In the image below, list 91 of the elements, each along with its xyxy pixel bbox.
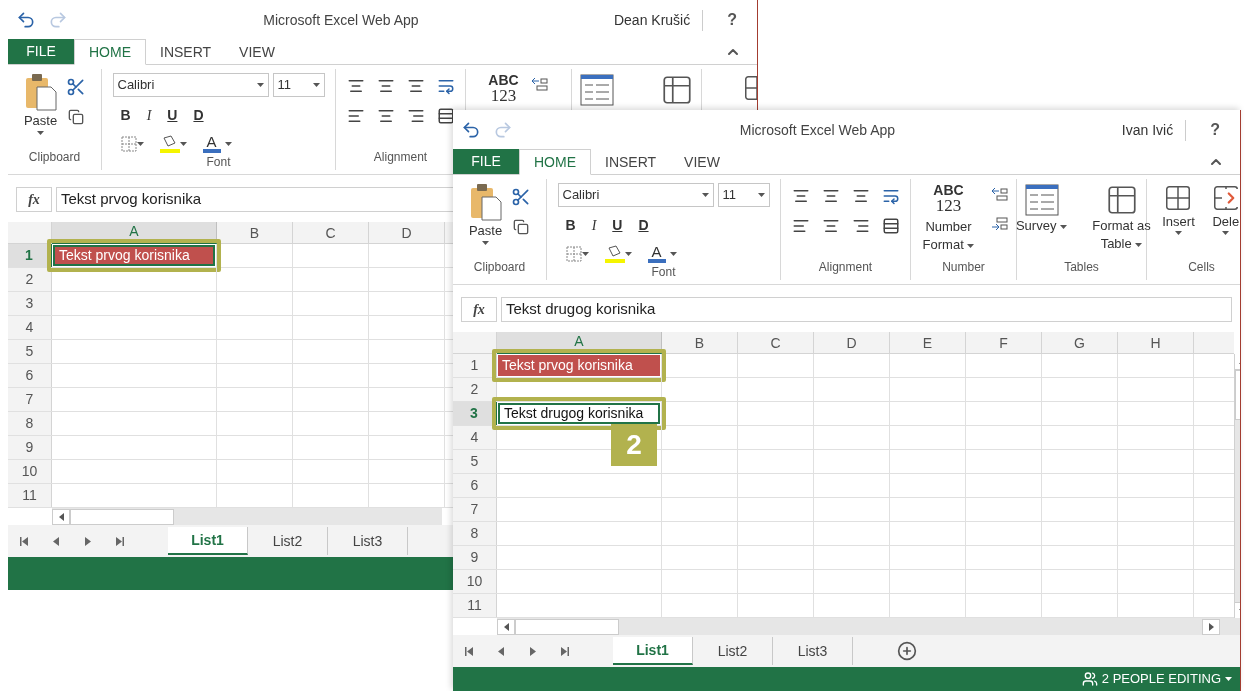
sheet-tab[interactable]: List2	[693, 637, 773, 665]
row-header[interactable]: 4	[453, 426, 497, 449]
number-format-button[interactable]: ABC 123 Number Format	[918, 183, 979, 254]
group-label: Cells	[1188, 259, 1215, 276]
number-format-button[interactable]: ABC 123	[488, 73, 519, 104]
font-style-button[interactable]: U	[167, 105, 178, 126]
sheet-tab[interactable]: List1	[613, 637, 693, 665]
sheet-tab[interactable]: List3	[773, 637, 853, 665]
row-header[interactable]: 9	[8, 436, 52, 459]
row-header[interactable]: 9	[453, 546, 497, 569]
help-button[interactable]: ?	[1198, 118, 1232, 142]
row-header[interactable]: 5	[453, 450, 497, 473]
survey-button[interactable]: Survey	[1007, 183, 1076, 253]
font-name-dropdown[interactable]: Calibri	[112, 73, 269, 97]
row-header[interactable]: 1	[453, 354, 497, 377]
window-title: Microsoft Excel Web App	[738, 120, 897, 140]
group-label: Clipboard	[28, 149, 81, 166]
column-header[interactable]: D	[369, 222, 445, 244]
ribbon-tab[interactable]: VIEW	[225, 39, 289, 65]
font-color-button[interactable]: A	[647, 244, 677, 263]
paste-button[interactable]: Paste	[468, 183, 503, 245]
font-size-dropdown[interactable]: 11	[717, 183, 770, 207]
row-header[interactable]: 11	[453, 594, 497, 617]
ribbon-tab[interactable]: HOME	[519, 149, 591, 175]
column-header[interactable]: D	[814, 332, 890, 354]
row-header[interactable]: 3	[453, 402, 497, 425]
group-label: Font	[651, 264, 676, 281]
row-header[interactable]: 3	[8, 292, 52, 315]
user-name[interactable]: Ivan Ivić	[1121, 119, 1187, 141]
ribbon-tab[interactable]: HOME	[74, 39, 146, 65]
delete-cells-button[interactable]: Dele	[1210, 183, 1240, 235]
insert-cells-button[interactable]: Insert	[1162, 183, 1195, 235]
group-label: Alignment	[373, 149, 428, 166]
sheet-tab[interactable]: List1	[168, 527, 248, 555]
row-header[interactable]: 8	[453, 522, 497, 545]
font-color-button[interactable]: A	[202, 134, 232, 153]
table-cell[interactable]: Tekst prvog korisnika	[498, 355, 660, 376]
file-tab[interactable]: FILE	[8, 39, 74, 64]
user-badge: 2	[611, 424, 657, 466]
font-name-dropdown[interactable]: Calibri	[557, 183, 714, 207]
paste-button[interactable]: Paste	[23, 73, 58, 135]
group-label: Font	[206, 154, 231, 171]
format-as-table-button[interactable]: Format as Table	[1087, 183, 1156, 253]
font-style-button[interactable]: B	[565, 215, 576, 236]
row-header[interactable]: 4	[8, 316, 52, 339]
column-header[interactable]: B	[662, 332, 738, 354]
ribbon-tab[interactable]: INSERT	[591, 149, 671, 175]
row-header[interactable]: 11	[8, 484, 52, 507]
function-label[interactable]: fx	[16, 187, 52, 212]
row-header[interactable]: 2	[8, 268, 52, 291]
font-style-button[interactable]: B	[120, 105, 131, 126]
sheet-tab[interactable]: List3	[328, 527, 408, 555]
row-header[interactable]: 6	[8, 364, 52, 387]
column-header[interactable]: C	[293, 222, 369, 244]
file-tab[interactable]: FILE	[453, 149, 519, 174]
font-style-button[interactable]: D	[193, 105, 204, 126]
row-header[interactable]: 10	[8, 460, 52, 483]
row-header[interactable]: 2	[453, 378, 497, 401]
sheet-tab[interactable]: List2	[248, 527, 328, 555]
column-header[interactable]: F	[966, 332, 1042, 354]
font-style-button[interactable]: I	[146, 105, 152, 126]
row-header[interactable]: 6	[453, 474, 497, 497]
table-cell[interactable]: Tekst prvog korisnika	[53, 245, 215, 266]
ribbon-tab[interactable]: VIEW	[670, 149, 734, 175]
ribbon-tab[interactable]: INSERT	[146, 39, 226, 65]
table-cell[interactable]: Tekst drugog korisnika	[498, 403, 660, 424]
group-label: Tables	[1064, 259, 1099, 276]
row-header[interactable]: 8	[8, 412, 52, 435]
people-editing-button[interactable]: 2 PEOPLE EDITING	[1081, 669, 1232, 689]
row-header[interactable]: 1	[8, 244, 52, 267]
help-button[interactable]: ?	[715, 8, 749, 32]
row-header[interactable]: 7	[453, 498, 497, 521]
row-header[interactable]: 5	[8, 340, 52, 363]
row-header[interactable]: 7	[8, 388, 52, 411]
group-label: Number	[942, 259, 985, 276]
column-header[interactable]: B	[217, 222, 293, 244]
row-header[interactable]: 10	[453, 570, 497, 593]
window-title: Microsoft Excel Web App	[262, 10, 420, 30]
function-label[interactable]: fx	[461, 297, 497, 322]
font-style-button[interactable]: I	[591, 215, 597, 236]
user-name[interactable]: Dean Krušić	[613, 9, 704, 31]
font-size-dropdown[interactable]: 11	[272, 73, 325, 97]
font-style-button[interactable]: D	[638, 215, 649, 236]
column-header[interactable]: E	[890, 332, 966, 354]
column-header[interactable]: H	[1118, 332, 1194, 354]
column-header[interactable]: G	[1042, 332, 1118, 354]
column-header[interactable]: C	[738, 332, 814, 354]
group-label: Alignment	[818, 259, 873, 276]
group-label: Clipboard	[473, 259, 526, 276]
font-style-button[interactable]: U	[612, 215, 623, 236]
formula-field[interactable]: Tekst drugog korisnika	[501, 297, 1232, 322]
